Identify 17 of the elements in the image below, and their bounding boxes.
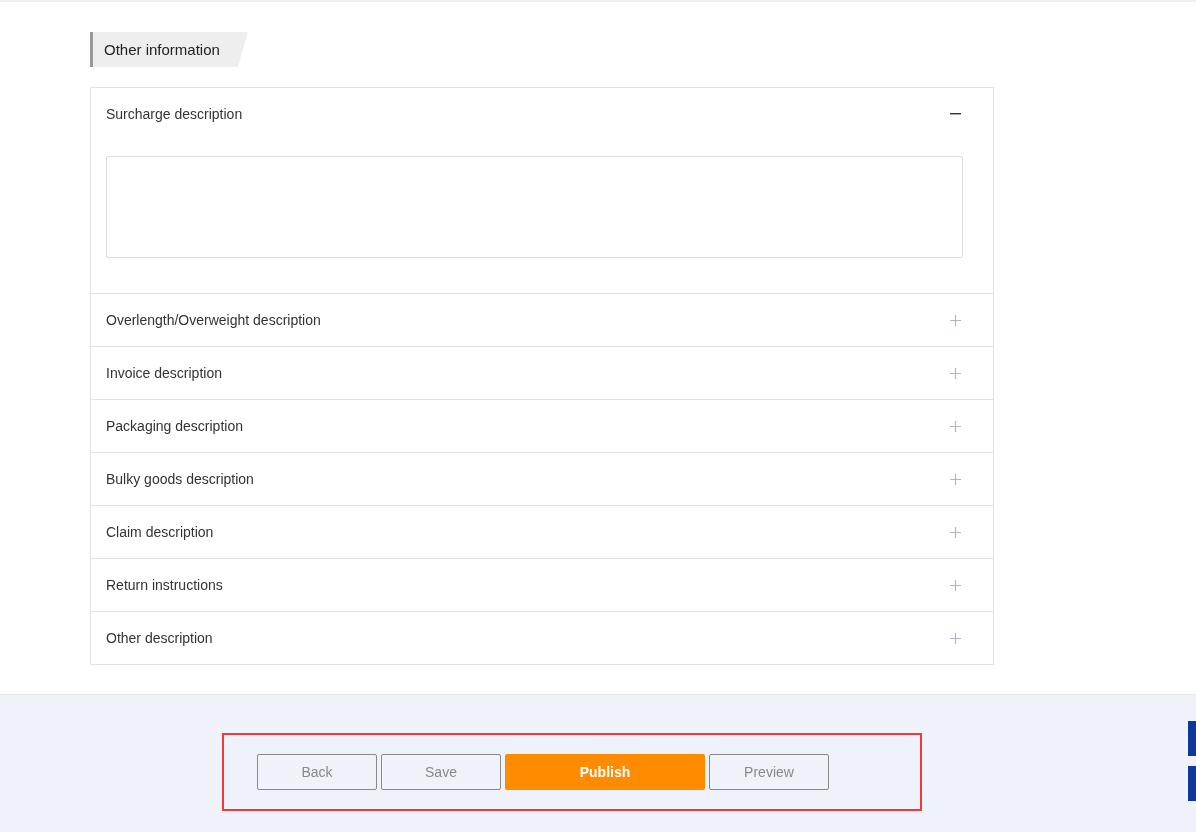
section-title: Other information — [90, 32, 248, 67]
accordion-label[interactable]: Other description — [106, 630, 213, 646]
expand-icon[interactable] — [950, 632, 961, 644]
accordion-label[interactable]: Packaging description — [106, 418, 243, 434]
accordion-label[interactable]: Bulky goods description — [106, 471, 254, 487]
accordion-label[interactable]: Invoice description — [106, 365, 222, 381]
expand-icon[interactable] — [950, 367, 961, 379]
expand-icon[interactable] — [950, 579, 961, 591]
accordion-label[interactable]: Return instructions — [106, 577, 223, 593]
accordion-label[interactable]: Claim description — [106, 524, 214, 540]
accordion-label[interactable]: Overlength/Overweight description — [106, 312, 321, 328]
expand-icon[interactable] — [950, 420, 961, 432]
expand-icon[interactable] — [950, 526, 961, 538]
expand-icon[interactable] — [950, 473, 961, 485]
accordion-label[interactable]: Surcharge description — [106, 106, 243, 122]
text-area[interactable] — [106, 156, 963, 258]
expand-icon[interactable] — [950, 314, 961, 326]
